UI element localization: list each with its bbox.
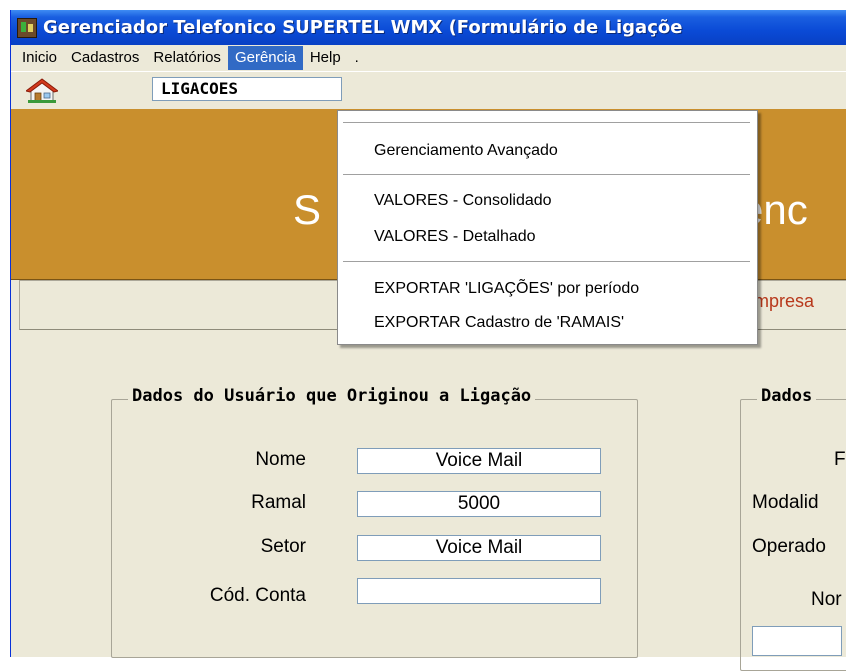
gerencia-dropdown-menu: Gerenciamento Avançado VALORES - Consoli… — [337, 110, 758, 345]
app-icon — [17, 17, 37, 38]
form-selector-combo[interactable]: LIGACOES — [152, 77, 342, 101]
setor-field[interactable]: Voice Mail — [357, 535, 601, 561]
call-groupbox-title: Dados — [757, 386, 817, 406]
call-nome-field[interactable] — [752, 626, 842, 656]
menu-dot[interactable]: . — [348, 46, 366, 70]
menu-item-valores-consolidado[interactable]: VALORES - Consolidado — [374, 192, 552, 210]
menu-gerencia[interactable]: Gerência — [227, 46, 303, 70]
menu-separator — [343, 261, 750, 262]
toolbar: LIGACOES — [11, 71, 846, 110]
window-title: Gerenciador Telefonico SUPERTEL WMX (For… — [43, 17, 683, 38]
cod-conta-field[interactable] — [357, 578, 601, 604]
call-label-modalidade: Modalid — [752, 492, 819, 513]
menu-item-exportar-ligacoes[interactable]: EXPORTAR 'LIGAÇÕES' por período — [374, 280, 639, 298]
menu-relatorios[interactable]: Relatórios — [146, 46, 228, 70]
menu-cadastros[interactable]: Cadastros — [64, 46, 146, 70]
menu-help[interactable]: Help — [303, 46, 348, 70]
ramal-field[interactable]: 5000 — [357, 491, 601, 517]
menu-separator — [343, 122, 750, 123]
user-groupbox-title: Dados do Usuário que Originou a Ligação — [128, 386, 536, 406]
menu-separator — [343, 174, 750, 175]
user-groupbox — [111, 399, 638, 658]
banner-title-left: S — [293, 186, 322, 233]
ramal-label: Ramal — [251, 492, 306, 513]
setor-label: Setor — [260, 536, 306, 557]
call-label-operadora: Operado — [752, 536, 826, 557]
nome-label: Nome — [255, 449, 306, 470]
menu-bar: Inicio Cadastros Relatórios Gerência Hel… — [11, 45, 846, 71]
menu-item-valores-detalhado[interactable]: VALORES - Detalhado — [374, 228, 536, 246]
cod-conta-label: Cód. Conta — [209, 585, 306, 606]
menu-item-gerenciamento-avancado[interactable]: Gerenciamento Avançado — [374, 142, 558, 160]
nome-field[interactable]: Voice Mail — [357, 448, 601, 474]
home-icon[interactable] — [26, 78, 58, 104]
call-label-f: F — [834, 449, 846, 470]
title-bar[interactable]: Gerenciador Telefonico SUPERTEL WMX (For… — [11, 10, 846, 45]
menu-item-exportar-ramais[interactable]: EXPORTAR Cadastro de 'RAMAIS' — [374, 314, 624, 332]
menu-inicio[interactable]: Inicio — [11, 46, 64, 70]
call-label-nome: Nor — [811, 589, 842, 610]
